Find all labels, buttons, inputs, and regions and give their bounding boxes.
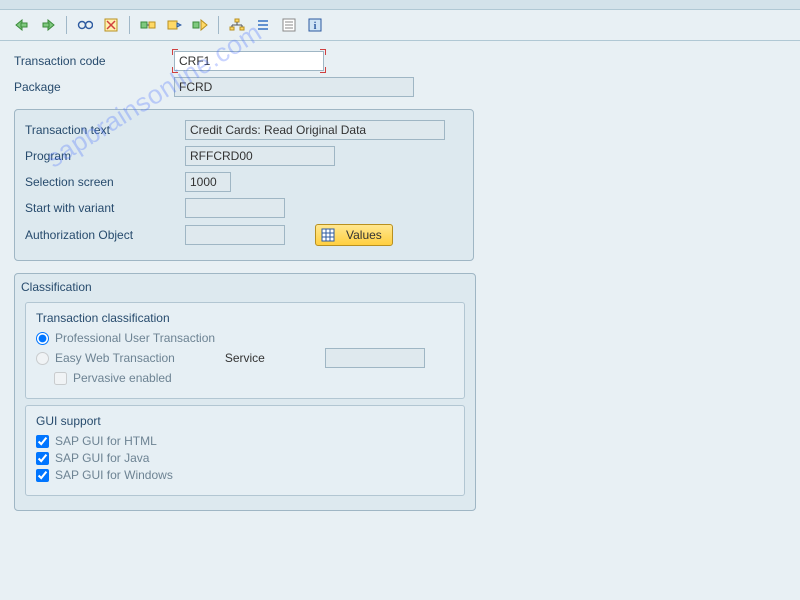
service-label: Service — [225, 351, 325, 365]
service-input[interactable] — [325, 348, 425, 368]
gui-java-checkbox[interactable] — [36, 452, 49, 465]
program-input[interactable] — [185, 146, 335, 166]
toolbar-separator — [218, 16, 219, 34]
package-label: Package — [14, 80, 174, 94]
trans-class-box: Transaction classification Professional … — [25, 302, 465, 399]
pervasive-checkbox[interactable] — [54, 372, 67, 385]
cancel-button[interactable] — [99, 14, 123, 36]
program-label: Program — [25, 149, 185, 163]
gui-support-title: GUI support — [36, 414, 454, 428]
hierarchy-icon[interactable] — [225, 14, 249, 36]
gui-java-label: SAP GUI for Java — [55, 451, 149, 465]
transport-icon[interactable] — [162, 14, 186, 36]
values-button-label: Values — [346, 228, 382, 242]
transtext-input[interactable] — [185, 120, 445, 140]
gui-win-checkbox[interactable] — [36, 469, 49, 482]
back-button[interactable] — [10, 14, 34, 36]
variant-input[interactable] — [185, 198, 285, 218]
table-icon — [320, 227, 336, 243]
trans-class-title: Transaction classification — [36, 311, 454, 325]
radio-easyweb-label: Easy Web Transaction — [55, 351, 175, 365]
stack-icon[interactable] — [251, 14, 275, 36]
toolbar-separator — [66, 16, 67, 34]
toolbar: i — [0, 10, 800, 41]
info-icon[interactable]: i — [303, 14, 327, 36]
classification-group: Classification Transaction classificatio… — [14, 273, 476, 511]
selscreen-label: Selection screen — [25, 175, 185, 189]
radio-professional[interactable] — [36, 332, 49, 345]
display-button[interactable] — [73, 14, 97, 36]
list-icon[interactable] — [277, 14, 301, 36]
window-top-border — [0, 0, 800, 10]
transtext-label: Transaction text — [25, 123, 185, 137]
details-group: Transaction text Program Selection scree… — [14, 109, 474, 261]
tcode-input[interactable] — [174, 51, 324, 71]
content-area: Transaction code Package Transaction tex… — [0, 41, 800, 521]
gui-html-label: SAP GUI for HTML — [55, 434, 157, 448]
authobj-label: Authorization Object — [25, 228, 185, 242]
gui-html-checkbox[interactable] — [36, 435, 49, 448]
forward-button[interactable] — [36, 14, 60, 36]
pervasive-label: Pervasive enabled — [73, 371, 172, 385]
variant-label: Start with variant — [25, 201, 185, 215]
gui-win-label: SAP GUI for Windows — [55, 468, 173, 482]
values-button[interactable]: Values — [315, 224, 393, 246]
authobj-input[interactable] — [185, 225, 285, 245]
gui-support-box: GUI support SAP GUI for HTML SAP GUI for… — [25, 405, 465, 496]
convert-icon[interactable] — [136, 14, 160, 36]
radio-easyweb[interactable] — [36, 352, 49, 365]
tcode-label: Transaction code — [14, 54, 174, 68]
toolbar-separator — [129, 16, 130, 34]
classification-title: Classification — [21, 280, 465, 294]
assign-icon[interactable] — [188, 14, 212, 36]
radio-professional-label: Professional User Transaction — [55, 331, 215, 345]
svg-text:i: i — [314, 21, 317, 32]
selscreen-input[interactable] — [185, 172, 231, 192]
package-input[interactable] — [174, 77, 414, 97]
